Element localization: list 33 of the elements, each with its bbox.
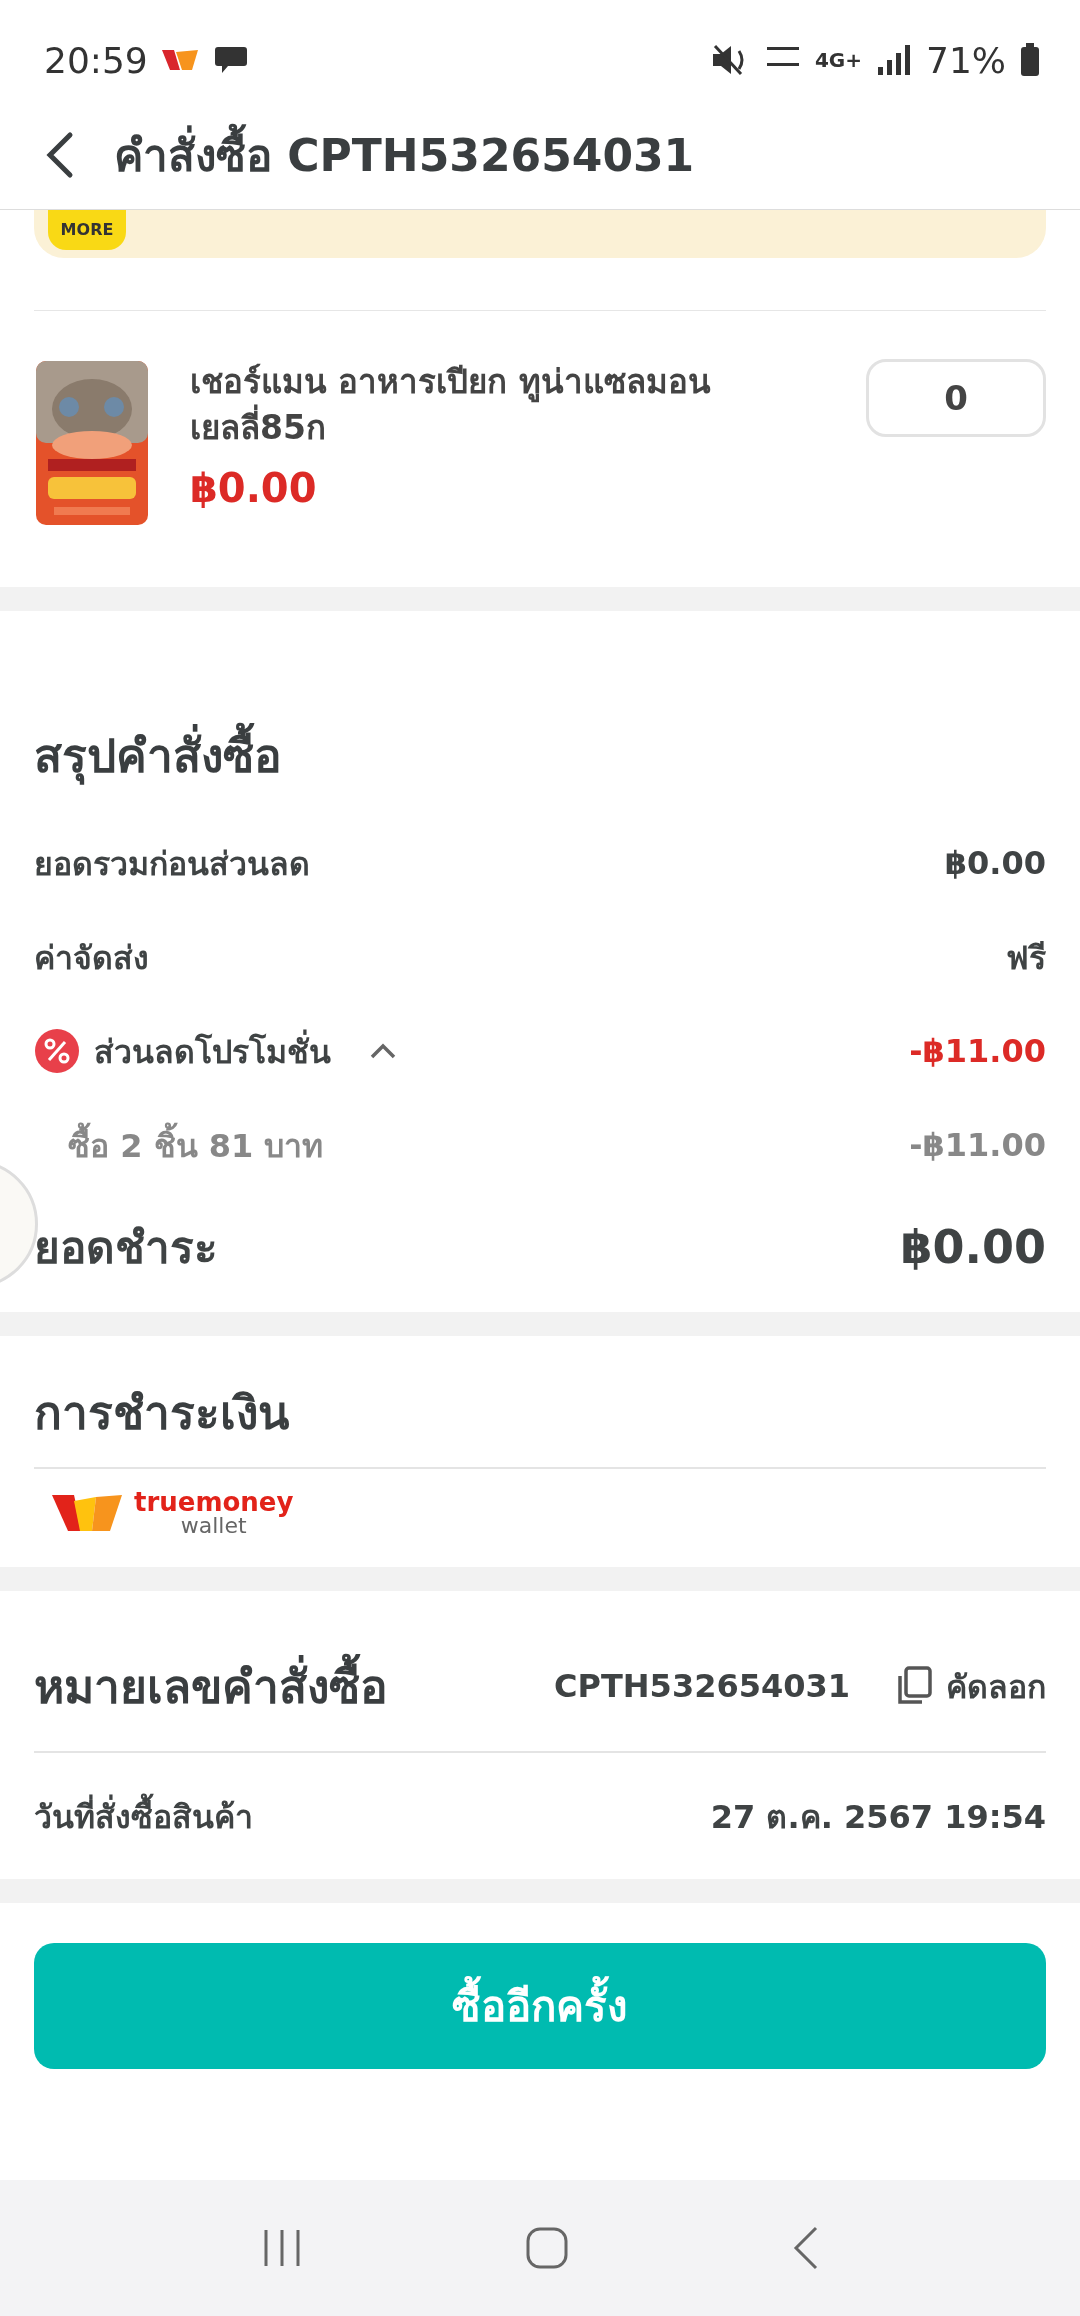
- total-value: ฿0.00: [900, 1220, 1046, 1274]
- battery-percent: 71%: [926, 39, 1006, 81]
- percent-icon: [34, 1028, 80, 1074]
- order-date-label: วันที่สั่งซื้อสินค้า: [34, 1790, 253, 1842]
- order-number: CPTH532654031: [554, 1667, 850, 1705]
- promo-discount-label: ส่วนลดโปรโมชั่น: [94, 1025, 331, 1077]
- summary-value: ฟรี: [1006, 937, 1046, 979]
- status-time: 20:59: [44, 39, 148, 81]
- section-title: สรุปคำสั่งซื้อ: [34, 719, 1046, 792]
- signal-icon: [876, 43, 912, 77]
- summary-label: ค่าจัดส่ง: [34, 937, 149, 979]
- payment-method-logo: truemoney wallet: [34, 1469, 1046, 1567]
- product-name: เชอร์แมน อาหารเปียก ทูน่าแซลมอน เยลลี่85ก: [190, 361, 712, 450]
- quantity-field: 0: [866, 359, 1046, 437]
- save-more-badge: MORE: [48, 210, 126, 250]
- network-type: 4G+: [814, 50, 862, 70]
- summary-value: ฿0.00: [944, 844, 1046, 882]
- battery-icon: [1020, 43, 1040, 77]
- product-price: ฿0.00: [190, 465, 318, 512]
- copy-button[interactable]: คัดลอก: [894, 1660, 1046, 1712]
- chat-icon: [213, 45, 248, 75]
- order-date: 27 ต.ค. 2567 19:54: [710, 1796, 1046, 1838]
- home-icon[interactable]: [525, 2226, 569, 2270]
- section-title: หมายเลขคำสั่งซื้อ: [34, 1649, 388, 1723]
- section-title: การชำระเงิน: [34, 1385, 290, 1442]
- app-logo-icon: [161, 48, 200, 72]
- back-icon[interactable]: [44, 130, 74, 179]
- discount-detail-value: -฿11.00: [909, 1126, 1046, 1164]
- summary-label: ยอดรวมก่อนส่วนลด: [34, 843, 310, 885]
- discount-value: -฿11.00: [909, 1032, 1046, 1070]
- discount-detail-label: ซื้อ 2 ชิ้น 81 บาท: [34, 1119, 324, 1171]
- total-label: ยอดชำระ: [34, 1221, 218, 1275]
- page-title: คำสั่งซื้อ CPTH532654031: [114, 119, 695, 190]
